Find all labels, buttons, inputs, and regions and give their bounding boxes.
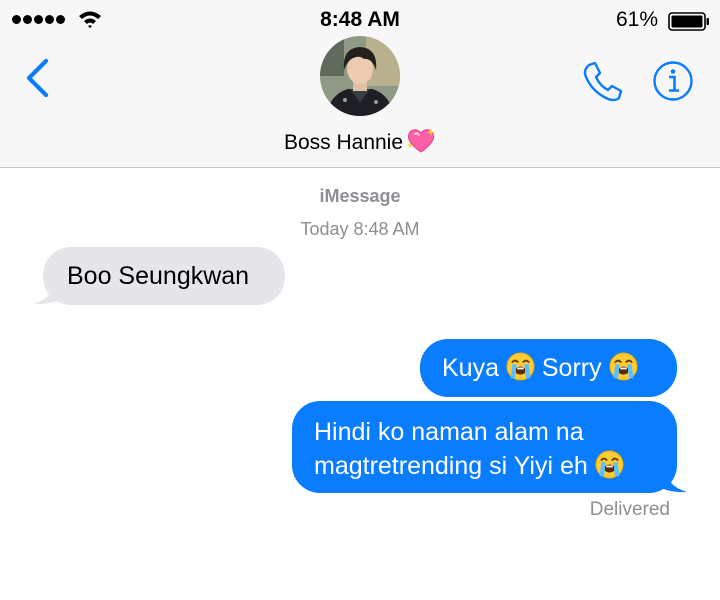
message-line: Hindi ko naman alam na [314,418,584,446]
avatar-photo [320,36,400,116]
loudly-crying-face-icon [506,352,535,381]
delivery-status: Delivered [589,499,670,520]
battery-icon [668,12,709,31]
contact-name[interactable]: Boss Hannie [0,127,720,160]
conversation-timestamp: Today 8:48 AM [300,219,420,239]
message-bubble-received[interactable]: Boo Seungkwan [33,247,285,305]
service-label: iMessage [319,186,401,206]
contact-avatar[interactable] [320,36,400,116]
call-button[interactable] [580,60,624,104]
info-icon [653,61,693,101]
info-button[interactable] [652,60,694,102]
status-time: 8:48 AM [320,8,400,31]
message-bubble-sent[interactable]: Hindi ko naman alam na magtretrending si… [292,401,687,493]
message-text: Kuya [442,354,506,382]
message-text: magtretrending si Yiyi eh [314,452,595,480]
phone-icon [583,61,623,102]
bubble-tail [657,471,687,493]
chevron-left-icon [26,58,49,98]
back-button[interactable] [22,58,52,98]
sparkling-heart-icon [406,127,436,160]
message-bubble-sent[interactable]: Kuya Sorry [420,339,677,397]
loudly-crying-face-icon [609,352,638,381]
message-text: Sorry [534,354,609,382]
bubble-tail [33,283,63,305]
message-line-with-emoji: magtretrending si Yiyi eh [314,449,655,483]
battery-percent: 61% [615,8,658,31]
loudly-crying-face-icon [595,450,624,479]
status-bar: 8:48 AM 61% [0,0,720,42]
contact-name-text: Boss Hannie [283,131,404,154]
message-text: Boo Seungkwan [67,262,250,290]
